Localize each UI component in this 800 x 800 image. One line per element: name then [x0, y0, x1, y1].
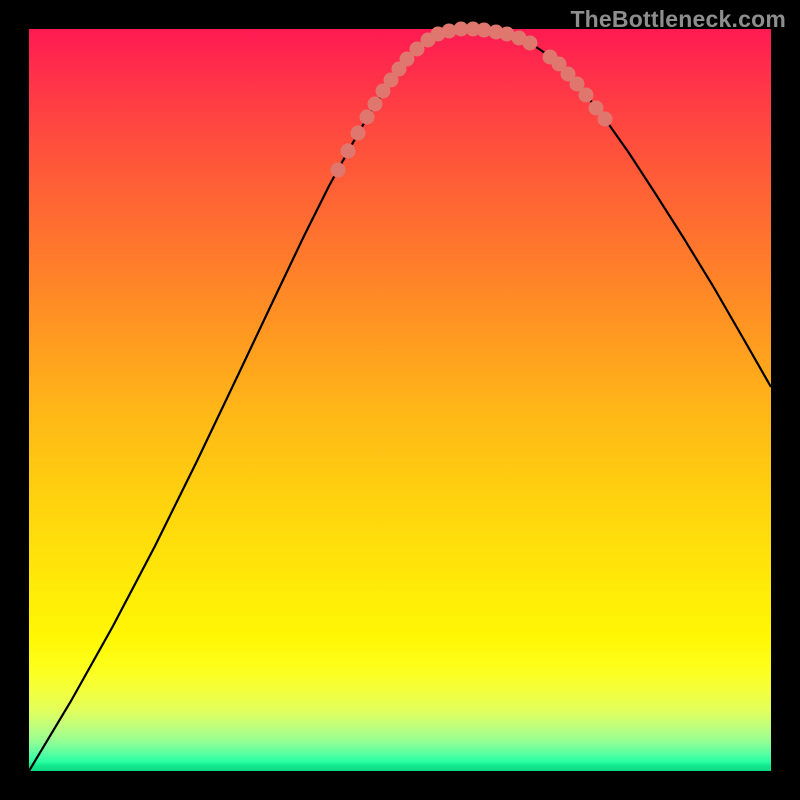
highlight-dot	[368, 97, 383, 112]
chart-frame: TheBottleneck.com	[0, 0, 800, 800]
highlight-dot	[579, 88, 594, 103]
highlight-dot	[351, 126, 366, 141]
highlight-dot	[331, 163, 346, 178]
highlight-dot	[523, 36, 538, 51]
bottleneck-curve	[29, 29, 771, 771]
highlight-dot	[341, 144, 356, 159]
highlight-dots-group	[331, 22, 613, 178]
curve-layer	[29, 29, 771, 771]
watermark-text: TheBottleneck.com	[570, 6, 786, 33]
highlight-dot	[598, 112, 613, 127]
highlight-dot	[360, 110, 375, 125]
